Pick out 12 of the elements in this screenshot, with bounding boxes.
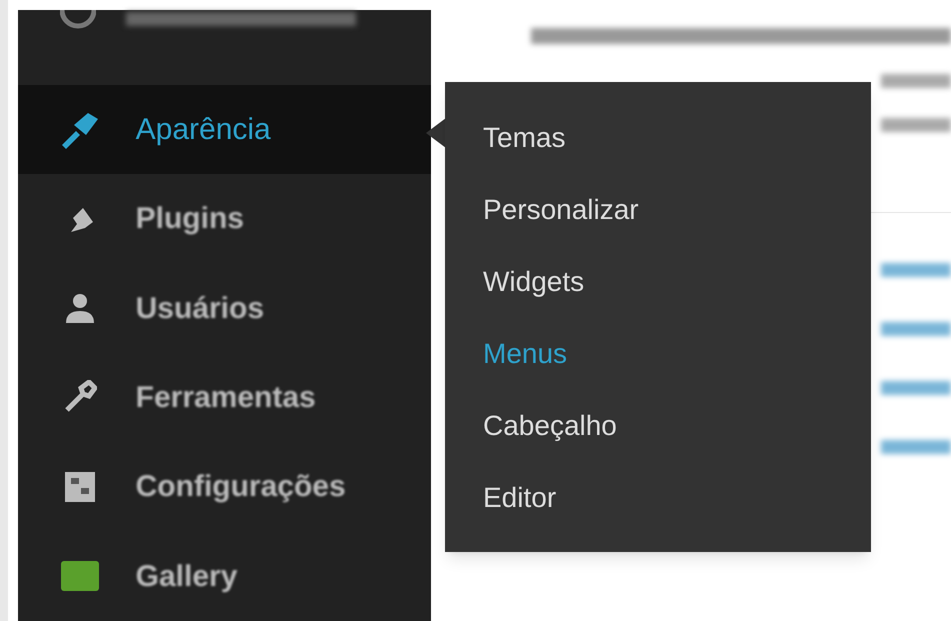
settings-icon [62, 470, 97, 504]
square-icon [60, 561, 99, 592]
wrench-icon [62, 380, 97, 414]
submenu-item[interactable]: Editor [483, 476, 556, 519]
submenu-item[interactable]: Menus [483, 332, 568, 375]
submenu-item[interactable]: Cabeçalho [483, 404, 617, 447]
blurred-text [881, 74, 951, 88]
sidebar-item[interactable]: Aparência [18, 84, 432, 174]
submenu-item[interactable]: Widgets [483, 260, 584, 303]
blurred-text [881, 118, 951, 132]
submenu-item[interactable]: Personalizar [483, 188, 639, 231]
submenu-item[interactable]: Temas [483, 116, 566, 159]
